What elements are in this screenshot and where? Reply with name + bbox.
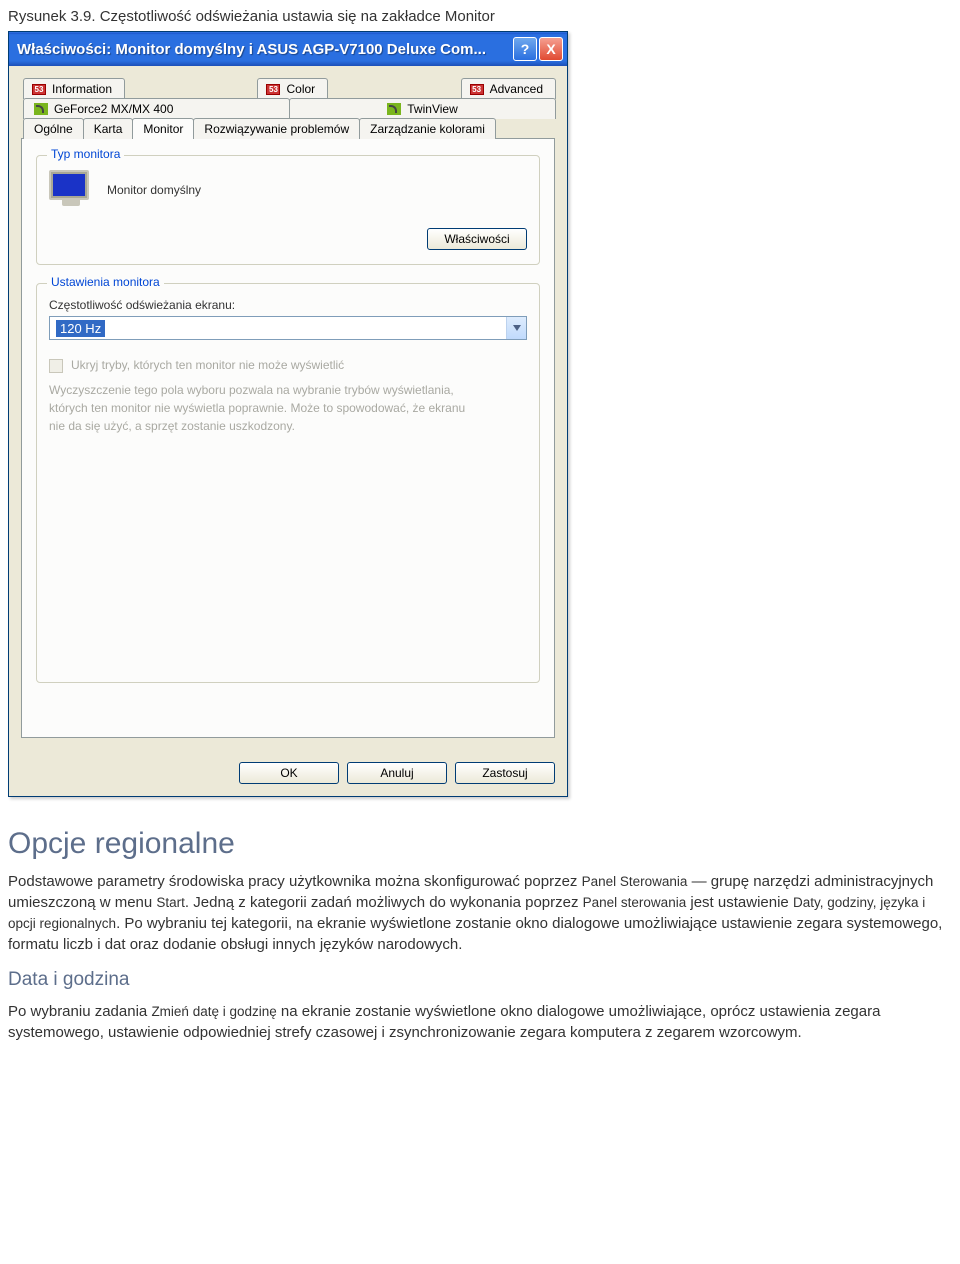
tab-row-2: GeForce2 MX/MX 400 TwinView [21, 98, 555, 119]
ok-button[interactable]: OK [239, 762, 339, 784]
term-panel-sterowania: Panel Sterowania [582, 874, 688, 889]
apply-button[interactable]: Zastosuj [455, 762, 555, 784]
warning-note: Wyczyszczenie tego pola wyboru pozwala n… [49, 381, 479, 435]
tab-label: Rozwiązywanie problemów [204, 122, 349, 136]
tab-panel-monitor: Typ monitora Monitor domyślny Właściwośc… [21, 138, 555, 738]
chevron-down-icon [506, 317, 526, 339]
tab-troubleshoot[interactable]: Rozwiązywanie problemów [193, 118, 360, 139]
close-button[interactable]: X [539, 37, 563, 61]
groupbox-monitor-type: Typ monitora Monitor domyślny Właściwośc… [36, 155, 540, 265]
monitor-name: Monitor domyślny [107, 183, 201, 197]
tab-label: Information [52, 82, 112, 96]
tab-label: Ogólne [34, 122, 73, 136]
refresh-rate-dropdown[interactable]: 120 Hz [49, 316, 527, 340]
refresh-rate-label: Częstotliwość odświeżania ekranu: [49, 298, 527, 312]
cancel-button[interactable]: Anuluj [347, 762, 447, 784]
help-icon: ? [521, 41, 530, 57]
tab-row-3: Ogólne Karta Monitor Rozwiązywanie probl… [21, 118, 555, 139]
group-legend: Typ monitora [47, 147, 124, 161]
properties-button[interactable]: Właściwości [427, 228, 527, 250]
term-start: Start [156, 895, 185, 910]
term-panel-sterowania-2: Panel sterowania [583, 895, 687, 910]
tab-label: Monitor [143, 122, 183, 136]
paragraph-1: Podstawowe parametry środowiska pracy uż… [8, 871, 952, 955]
tab-ogolne[interactable]: Ogólne [23, 118, 84, 139]
brand-icon: 53 [32, 84, 46, 95]
hide-modes-checkbox-row: Ukryj tryby, których ten monitor nie moż… [49, 358, 527, 373]
properties-dialog: Właściwości: Monitor domyślny i ASUS AGP… [8, 31, 568, 797]
tab-monitor[interactable]: Monitor [132, 118, 194, 139]
tab-row-1: 53 Information 53 Color 53 Advanced [21, 78, 555, 99]
tab-label: Karta [94, 122, 123, 136]
tab-information[interactable]: 53 Information [23, 78, 125, 99]
tab-label: TwinView [407, 102, 457, 116]
tab-label: Color [286, 82, 315, 96]
tab-colormgmt[interactable]: Zarządzanie kolorami [359, 118, 496, 139]
monitor-icon [49, 170, 93, 210]
tab-advanced[interactable]: 53 Advanced [461, 78, 556, 99]
figure-caption: Rysunek 3.9. Częstotliwość odświeżania u… [8, 8, 952, 25]
groupbox-monitor-settings: Ustawienia monitora Częstotliwość odświe… [36, 283, 540, 683]
paragraph-2: Po wybraniu zadania Zmień datę i godzinę… [8, 1001, 952, 1043]
tab-twinview[interactable]: TwinView [289, 98, 556, 119]
tab-karta[interactable]: Karta [83, 118, 134, 139]
dialog-body: 53 Information 53 Color 53 Advanced GeFo… [9, 66, 567, 752]
checkbox-label: Ukryj tryby, których ten monitor nie moż… [71, 358, 344, 372]
tab-geforce[interactable]: GeForce2 MX/MX 400 [23, 98, 290, 119]
brand-icon: 53 [470, 84, 484, 95]
term-zmien-date: Zmień datę i godzinę [151, 1004, 276, 1019]
brand-icon: 53 [266, 84, 280, 95]
nvidia-icon [387, 103, 401, 115]
heading-opcje-regionalne: Opcje regionalne [8, 827, 952, 861]
tab-label: Advanced [490, 82, 543, 96]
group-legend: Ustawienia monitora [47, 275, 164, 289]
close-icon: X [546, 41, 555, 57]
help-button[interactable]: ? [513, 37, 537, 61]
titlebar[interactable]: Właściwości: Monitor domyślny i ASUS AGP… [9, 32, 567, 66]
window-title: Właściwości: Monitor domyślny i ASUS AGP… [17, 41, 511, 58]
tab-color[interactable]: 53 Color [257, 78, 328, 99]
tab-label: GeForce2 MX/MX 400 [54, 102, 173, 116]
document-body: Opcje regionalne Podstawowe parametry śr… [8, 827, 952, 1043]
nvidia-icon [34, 103, 48, 115]
dropdown-value: 120 Hz [56, 320, 105, 337]
heading-data-godzina: Data i godzina [8, 969, 952, 991]
hide-modes-checkbox [49, 359, 63, 373]
tab-label: Zarządzanie kolorami [370, 122, 485, 136]
dialog-button-row: OK Anuluj Zastosuj [9, 752, 567, 796]
